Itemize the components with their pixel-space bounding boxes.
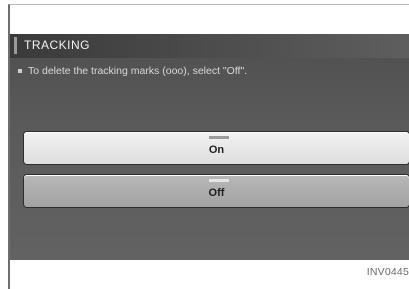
on-indicator (209, 136, 229, 139)
header-accent (14, 37, 17, 54)
instruction-label: To delete the tracking marks (ooo), sele… (28, 65, 248, 77)
tracking-screen: TRACKING To delete the tracking marks (o… (10, 34, 409, 260)
instruction-text: To delete the tracking marks (ooo), sele… (18, 65, 247, 77)
off-button[interactable]: Off (24, 175, 409, 207)
on-button[interactable]: On (24, 132, 409, 164)
screen-title: TRACKING (24, 38, 91, 52)
figure-code: INV0445 (366, 266, 409, 278)
on-button-label: On (208, 144, 225, 156)
header-bar: TRACKING (10, 34, 409, 58)
bullet-icon (18, 69, 22, 74)
off-button-label: Off (208, 187, 225, 199)
off-indicator (209, 179, 229, 182)
